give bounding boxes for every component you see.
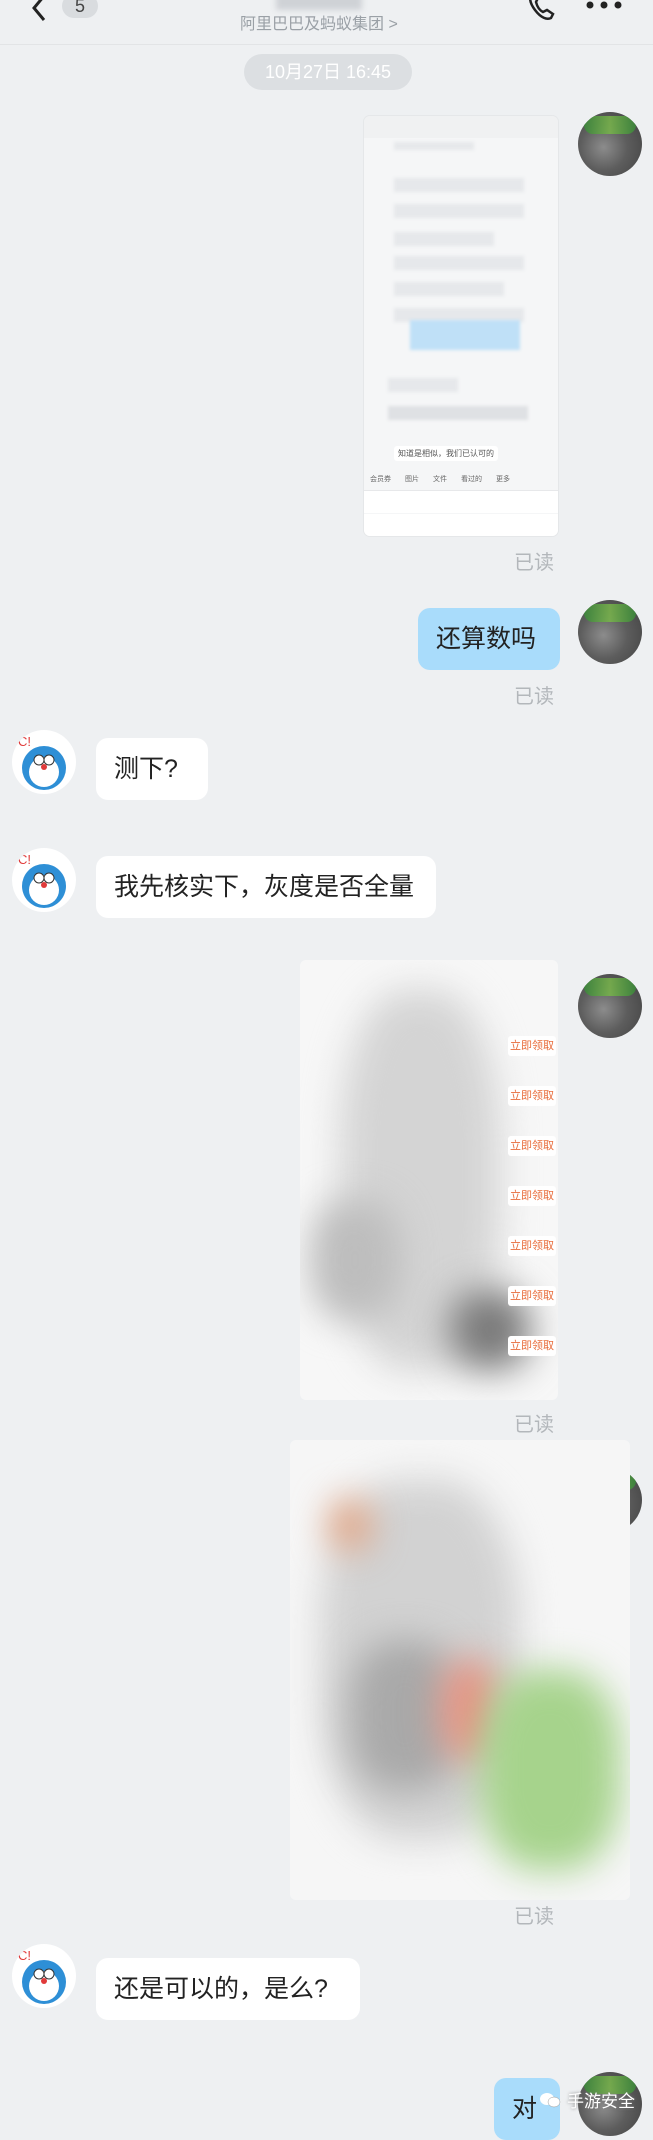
redacted-image-message[interactable]: 立即领取 立即领取 立即领取 立即领取 立即领取 立即领取 立即领取 [300, 960, 558, 1400]
svg-text:C!: C! [18, 734, 31, 749]
contact-org-subtitle[interactable]: 阿里巴巴及蚂蚁集团 > [240, 10, 398, 34]
incoming-message-bubble[interactable]: 我先核实下，灰度是否全量 [96, 856, 436, 918]
screenshot-toolbar-item: 文件 [433, 476, 447, 483]
claim-button[interactable]: 立即领取 [508, 1236, 556, 1256]
doraemon-avatar-icon: C! [18, 734, 66, 790]
claim-button[interactable]: 立即领取 [508, 1136, 556, 1156]
screenshot-toolbar-item: 更多 [496, 476, 510, 483]
read-receipt: 已读 [514, 1906, 554, 1928]
outgoing-message-bubble[interactable]: 还算数吗 [418, 608, 560, 670]
claim-button[interactable]: 立即领取 [508, 1186, 556, 1206]
wechat-icon [540, 2092, 561, 2107]
claim-button[interactable]: 立即领取 [508, 1086, 556, 1106]
incoming-message-bubble[interactable]: 测下? [96, 738, 208, 800]
doraemon-avatar-icon: C! [18, 1948, 66, 2004]
claim-button[interactable]: 立即领取 [508, 1036, 556, 1056]
screenshot-toolbar-item: 会员券 [370, 476, 391, 483]
phone-icon[interactable] [525, 0, 557, 22]
more-icon[interactable] [585, 0, 623, 10]
my-avatar[interactable] [578, 600, 642, 664]
svg-text:C!: C! [18, 1948, 31, 1963]
read-receipt: 已读 [514, 686, 554, 708]
watermark-text: 手游安全 [567, 2092, 635, 2111]
screenshot-toolbar-item: 图片 [405, 476, 419, 483]
screenshot-toolbar-item: 看过的 [461, 476, 482, 483]
contact-name-redacted [276, 0, 362, 10]
read-receipt: 已读 [514, 552, 554, 574]
chevron-left-icon[interactable] [26, 0, 54, 22]
chat-header: 5 阿里巴巴及蚂蚁集团 > [0, 0, 653, 45]
claim-button[interactable]: 立即领取 [508, 1286, 556, 1306]
shared-screenshot-image[interactable]: 知道是相似，我们已认可的 会员券 图片 文件 看过的 更多 [364, 116, 558, 536]
incoming-message-bubble[interactable]: 还是可以的，是么? [96, 1958, 360, 2020]
contact-avatar[interactable]: C! [12, 730, 76, 794]
my-avatar[interactable] [578, 974, 642, 1038]
doraemon-avatar-icon: C! [18, 852, 66, 908]
redacted-image-message[interactable] [290, 1440, 630, 1900]
svg-text:C!: C! [18, 852, 31, 867]
contact-avatar[interactable]: C! [12, 848, 76, 912]
contact-avatar[interactable]: C! [12, 1944, 76, 2008]
message-timestamp: 10月27日 16:45 [244, 54, 412, 90]
wechat-watermark: 手游安全 [539, 2087, 635, 2112]
screenshot-quote-text: 知道是相似，我们已认可的 [394, 446, 498, 461]
my-avatar[interactable] [578, 112, 642, 176]
claim-button[interactable]: 立即领取 [508, 1336, 556, 1356]
unread-count-badge[interactable]: 5 [62, 0, 98, 18]
read-receipt: 已读 [514, 1414, 554, 1436]
